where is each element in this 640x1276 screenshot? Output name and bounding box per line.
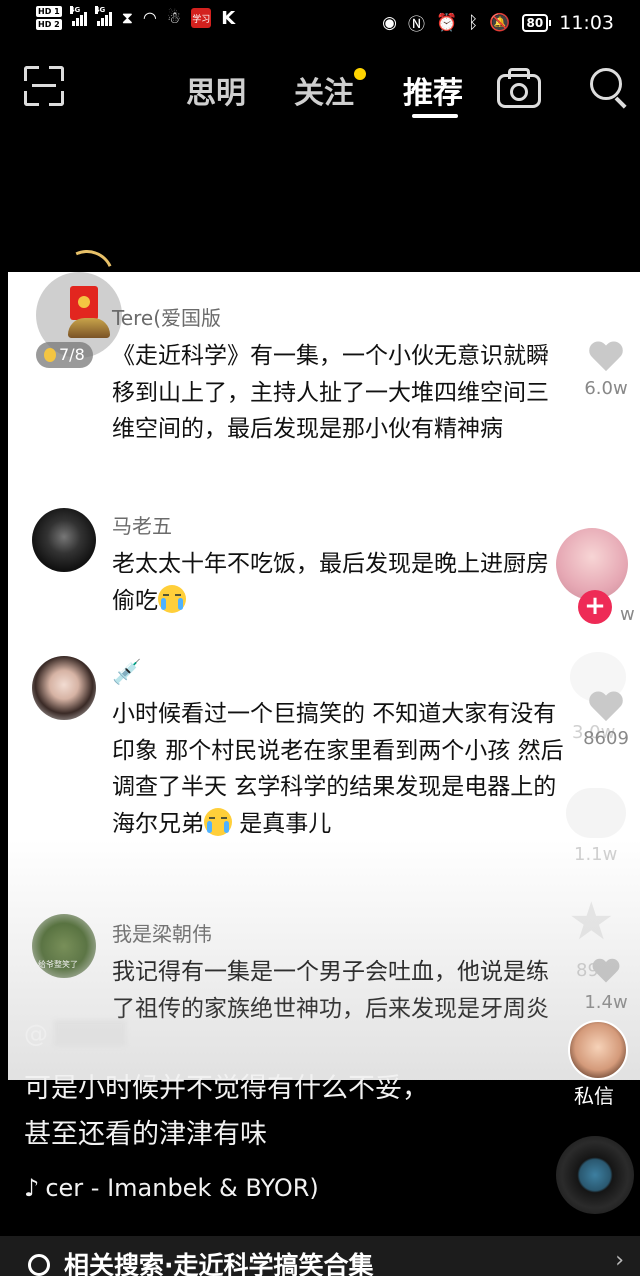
like-button[interactable]: 1.4w	[578, 956, 634, 1013]
tab-following[interactable]: 关注	[294, 68, 354, 112]
active-tab-indicator	[412, 114, 458, 118]
crying-emoji-icon	[204, 807, 232, 836]
battery-icon: 80	[521, 13, 551, 32]
signal-icon-2: 4G	[94, 6, 112, 26]
music-disc-icon[interactable]	[556, 1136, 634, 1214]
related-search-text: 相关搜索·走近科学搞笑合集	[64, 1251, 374, 1276]
comment-bubble-icon	[566, 788, 626, 838]
music-marquee[interactable]: ♪ cer - Imanbek & BYOR)	[24, 1174, 319, 1202]
signal-icon: 4G	[69, 6, 87, 26]
comment-text: 《走近科学》有一集，一个小伙无意识就瞬移到山上了，主持人扯了一大堆四维空间三维空…	[112, 343, 549, 442]
fan-icon	[68, 318, 110, 338]
sim2-label: HD 2	[36, 19, 62, 30]
clock: 11:03	[559, 11, 614, 34]
like-count: w	[620, 604, 635, 625]
comment-text: 小时候看过一个巨搞笑的 不知道大家有没有印象 那个村民说老在家里看到两个小孩 然…	[112, 701, 564, 837]
like-count: 8609	[583, 728, 629, 749]
bluetooth-icon: ᛒ	[468, 12, 479, 33]
comment-username[interactable]: Tere(爱国版	[112, 302, 221, 331]
avatar-caption: 给爷整笑了	[38, 960, 78, 969]
star-icon: ★	[568, 892, 615, 952]
following-dot-badge	[354, 68, 366, 80]
follow-plus-icon[interactable]: +	[578, 590, 612, 624]
coin-icon	[44, 348, 56, 362]
wifi-icon: ◠	[142, 8, 157, 27]
red-packet-progress-badge: 7/8	[36, 342, 93, 368]
k-app-icon: K	[221, 7, 236, 29]
heart-icon	[588, 692, 624, 724]
user-avatar[interactable]: 给爷整笑了	[32, 914, 96, 978]
app-notification-icon: 学习	[191, 8, 212, 28]
alarm-icon: ⏰	[435, 12, 458, 33]
comment-screenshot: 7/8 Tere(爱国版 《走近科学》有一集，一个小伙无意识就瞬移到山上了，主持…	[8, 272, 640, 1080]
red-packet-icon	[70, 286, 98, 320]
blurred-username	[54, 1020, 126, 1046]
search-icon	[28, 1254, 50, 1276]
chevron-right-icon: ›	[615, 1248, 624, 1273]
comment-username[interactable]: 我是梁朝伟	[112, 918, 212, 947]
camera-icon[interactable]	[497, 68, 541, 108]
top-nav: 思明 关注 推荐	[0, 56, 640, 120]
user-avatar[interactable]	[32, 508, 96, 572]
music-note-icon: ♪	[24, 1174, 40, 1202]
comment-text: 老太太十年不吃饭，最后发现是晚上进厨房偷吃	[112, 551, 549, 614]
user-avatar[interactable]	[32, 656, 96, 720]
dm-avatar[interactable]	[568, 1020, 628, 1080]
hourglass-icon: ⧗	[121, 8, 133, 27]
crying-emoji-icon	[158, 584, 186, 613]
like-count: 6.0w	[584, 378, 628, 399]
heart-icon	[588, 342, 624, 374]
video-author-mention[interactable]: @	[24, 1020, 126, 1048]
comment-text: 我记得有一集是一个男子会吐血，他说是练了祖传的家族绝世神功，后来发现是牙周炎	[112, 959, 549, 1022]
like-button[interactable]: 6.0w	[578, 342, 634, 399]
mute-icon: 🔕	[489, 12, 511, 33]
like-count: 1.4w	[584, 992, 628, 1013]
heart-icon	[592, 959, 621, 985]
syringe-icon: 💉	[112, 658, 142, 686]
tab-recommended[interactable]: 推荐	[403, 68, 463, 112]
related-search-bar[interactable]: 相关搜索·走近科学搞笑合集 ›	[0, 1236, 640, 1276]
sim1-label: HD 1	[36, 6, 62, 17]
status-bar: HD 1 HD 2 4G 4G ⧗ ◠ ☃ 学习 K ◉ Ⓝ ⏰ ᛒ 🔕 80 …	[0, 0, 640, 44]
video-caption: 可是小时候并不觉得有什么不妥，甚至还看的津津有味	[24, 1073, 429, 1150]
scan-icon[interactable]	[24, 66, 64, 106]
qq-icon: ☃	[166, 8, 182, 27]
search-icon[interactable]	[590, 68, 630, 109]
dm-label[interactable]: 私信	[574, 1080, 614, 1109]
nfc-icon: Ⓝ	[407, 15, 425, 35]
eye-icon: ◉	[382, 12, 397, 33]
comment-count: 1.1w	[574, 844, 618, 865]
comment-username[interactable]: 马老五	[112, 510, 172, 539]
tab-local[interactable]: 思明	[186, 68, 246, 112]
like-button[interactable]: 8609	[578, 692, 634, 749]
